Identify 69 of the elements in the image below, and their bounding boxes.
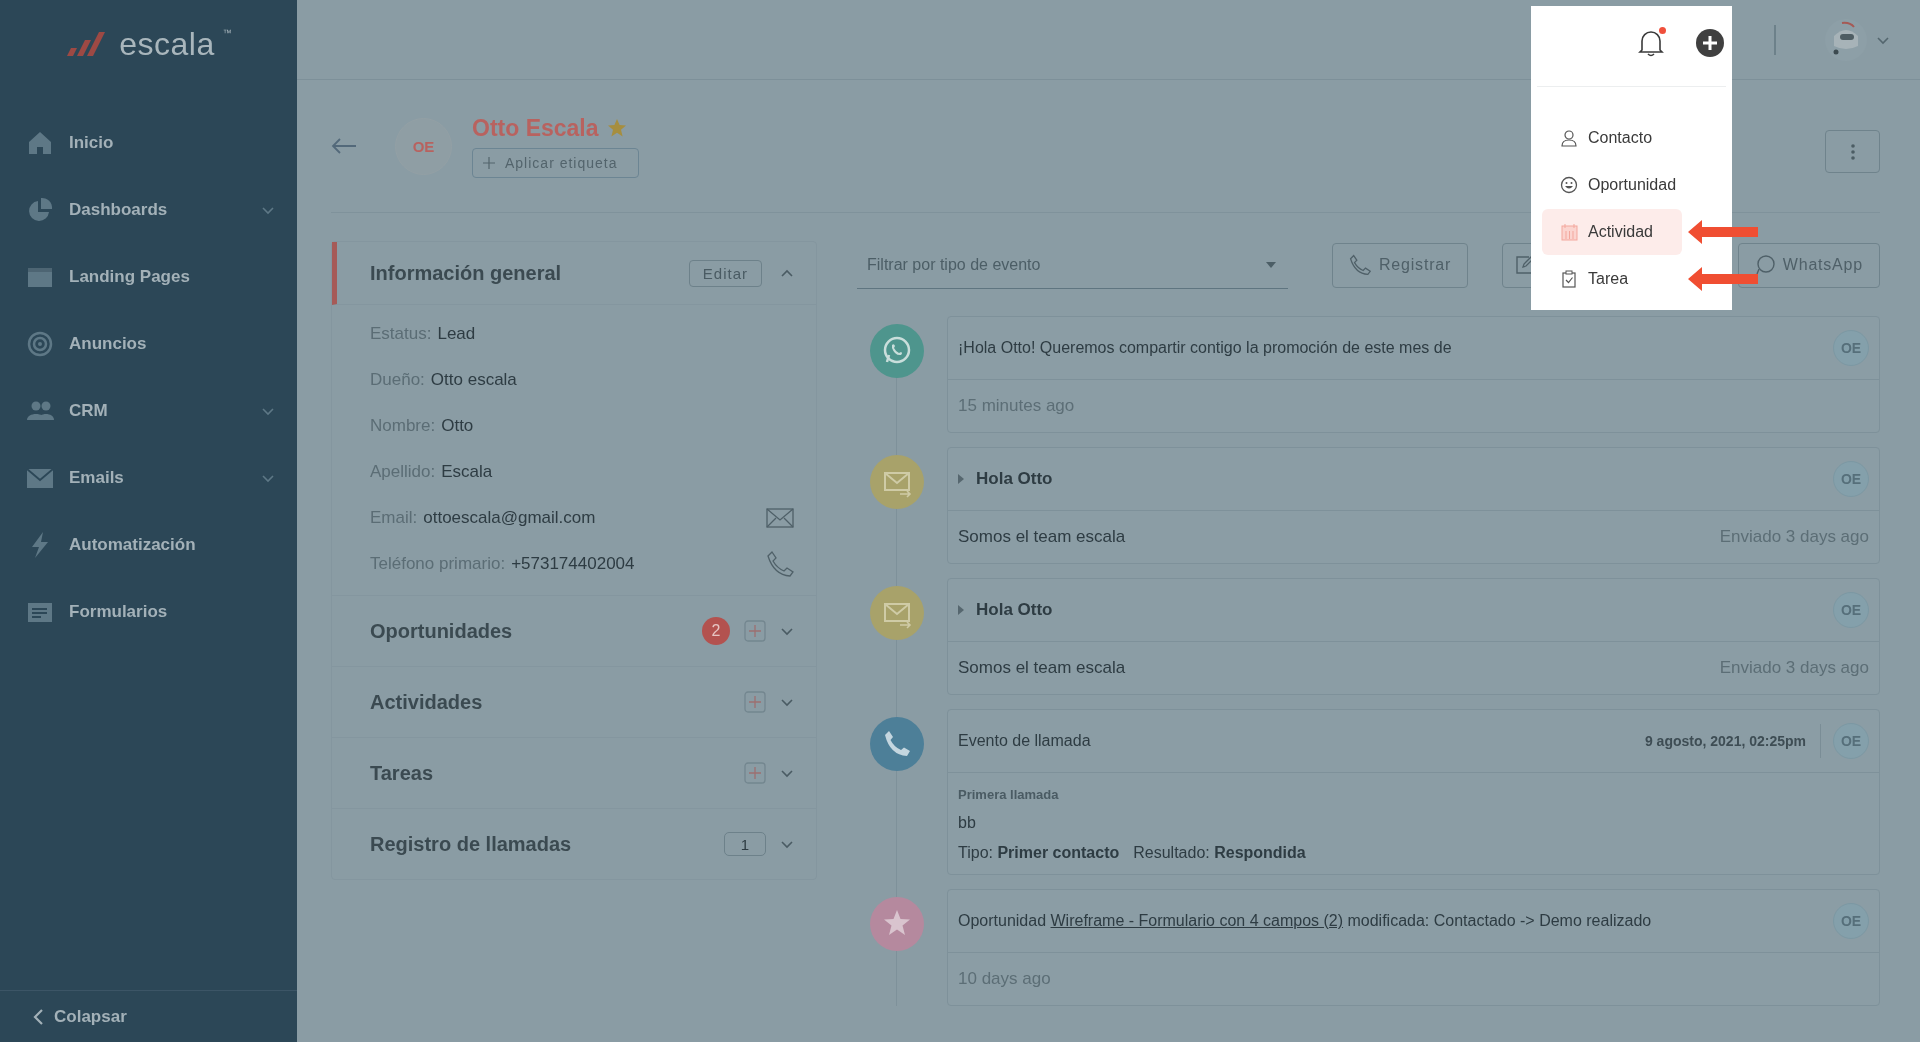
call-note: bb <box>958 814 977 832</box>
phone-icon[interactable] <box>766 551 794 577</box>
chevron-left-icon <box>32 1007 44 1026</box>
smiley-icon <box>1560 176 1578 194</box>
email-preview: Somos el team escala <box>958 527 1127 547</box>
more-options-button[interactable] <box>1825 130 1880 173</box>
sidebar-item[interactable]: Anuncios <box>0 310 297 377</box>
field-value: ottoescala@gmail.com <box>423 508 597 528</box>
menu-item[interactable]: Tarea <box>1542 256 1682 302</box>
menu-item[interactable]: Contacto <box>1542 115 1682 161</box>
email-subject: Hola Otto <box>976 600 1054 620</box>
envelope-icon <box>870 586 924 640</box>
event-text: Oportunidad Wireframe - Formulario con 4 campos (2) modificada: Contactado -> Demo realizado <box>958 912 1653 930</box>
count-badge: 1 <box>724 832 766 856</box>
sidebar-item[interactable]: Dashboards <box>0 176 297 243</box>
back-arrow-icon[interactable] <box>331 137 357 155</box>
sidebar-item[interactable]: Landing Pages <box>0 243 297 310</box>
kebab-icon <box>1849 142 1856 161</box>
field-value: Otto <box>441 416 475 436</box>
edit-button[interactable]: Editar <box>688 259 762 287</box>
collapse-button[interactable]: Colapsar <box>0 990 297 1042</box>
logo-text: escala <box>119 25 215 63</box>
menu-item[interactable]: Oportunidad <box>1542 162 1682 208</box>
message-text: ¡Hola Otto! Queremos compartir contigo la promoción de este mes de <box>958 339 1453 357</box>
caret-icon <box>1266 261 1276 268</box>
plus-icon <box>483 156 495 169</box>
pie-chart-icon <box>26 195 54 224</box>
sidebar-item[interactable]: Inicio <box>0 109 297 176</box>
notification-bell-icon[interactable] <box>1638 28 1664 57</box>
section-title: Información general <box>370 261 563 285</box>
field-value: +573174402004 <box>511 554 636 574</box>
phone-icon <box>870 717 924 771</box>
envelope-icon[interactable] <box>766 508 794 528</box>
sidebar-item[interactable]: Emails <box>0 444 297 511</box>
call-subject: Primera llamada <box>958 787 1060 802</box>
expand-caret-icon[interactable] <box>958 605 964 615</box>
phone-icon <box>1349 254 1371 276</box>
register-call-button[interactable]: Registrar <box>1332 242 1469 288</box>
section-title: Actividades <box>370 690 484 714</box>
email-subject: Hola Otto <box>976 469 1054 489</box>
call-detail: Tipo: Primer contacto <box>958 844 1120 862</box>
calendar-icon <box>1560 223 1578 241</box>
section-title: Registro de llamadas <box>370 832 573 856</box>
opportunity-link[interactable]: Wireframe - Formulario con 4 campos (2) <box>1050 912 1344 929</box>
person-icon <box>1560 129 1578 147</box>
add-icon[interactable] <box>1696 28 1724 57</box>
menu-item[interactable]: Actividad <box>1542 209 1682 255</box>
event-date: 9 agosto, 2021, 02:25pm <box>1644 724 1821 758</box>
contact-name: Otto Escala <box>472 114 599 142</box>
star-icon[interactable] <box>606 118 627 138</box>
sidebar-item[interactable]: CRM <box>0 377 297 444</box>
email-preview: Somos el team escala <box>958 658 1127 678</box>
section-title: Oportunidades <box>370 619 514 643</box>
contact-avatar: OE <box>395 117 452 175</box>
clipboard-icon <box>1560 270 1578 288</box>
field-value: Lead <box>437 324 477 344</box>
field-value: Escala <box>441 462 494 482</box>
whatsapp-button[interactable]: WhatsApp <box>1737 242 1880 288</box>
target-icon <box>26 329 54 358</box>
trademark-mark: ™ <box>222 28 232 38</box>
sidebar-item[interactable]: Formularios <box>0 578 297 645</box>
sidebar-item[interactable]: Automatización <box>0 511 297 578</box>
field-value: Otto escala <box>430 370 518 390</box>
envelope-icon <box>870 455 924 509</box>
section-title: Tareas <box>370 761 434 785</box>
call-detail: Resultado: Respondida <box>1133 844 1306 862</box>
expand-caret-icon[interactable] <box>958 474 964 484</box>
count-badge: 2 <box>702 617 730 645</box>
event-title: Evento de llamada <box>958 732 1092 750</box>
